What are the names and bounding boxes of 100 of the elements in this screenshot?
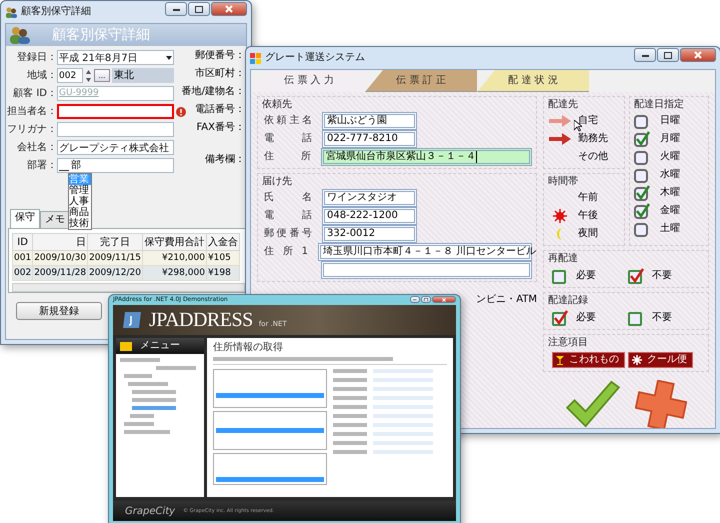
checkbox[interactable]	[634, 185, 650, 201]
dropdown-option[interactable]: 管理	[69, 185, 91, 196]
logo-icon	[121, 310, 143, 330]
page-heading: 住所情報の取得	[213, 342, 284, 354]
column-header: 入金合	[206, 234, 240, 250]
field-label: 顧客 ID：	[12, 88, 57, 100]
radio-option[interactable]: その他	[578, 151, 608, 163]
field-label: 住所	[264, 151, 312, 163]
input-field[interactable]: 022-777-8210	[322, 130, 417, 148]
dropdown-option[interactable]: 商品	[69, 207, 91, 218]
table-cell: 002	[12, 266, 33, 280]
snowflake-icon	[632, 355, 642, 365]
caution-button[interactable]: こわれもの	[552, 352, 625, 368]
close-button[interactable]	[432, 296, 456, 303]
field-label: 番地/建物名：	[182, 86, 245, 98]
area-name-label: 東北	[112, 68, 174, 83]
checkbox[interactable]	[634, 149, 650, 165]
input-field[interactable]	[57, 104, 174, 119]
area-code-field[interactable]: 002	[57, 68, 83, 83]
section-title: 注意項目	[548, 337, 589, 349]
section-title: 依頼先	[262, 99, 293, 111]
checkbox-label: 月曜	[660, 133, 680, 145]
minimize-button[interactable]	[410, 296, 420, 303]
checkbox-label: 火曜	[660, 151, 680, 163]
input-field[interactable]	[321, 261, 532, 279]
close-button[interactable]	[211, 2, 247, 16]
spinner-icon[interactable]	[85, 68, 92, 82]
product-logo: JPADDRESS	[149, 309, 253, 331]
input-field[interactable]: 048-222-1200	[322, 207, 417, 225]
field-label: 部署：	[26, 160, 57, 172]
maximize-button[interactable]	[421, 296, 431, 303]
radio-option[interactable]: 夜間	[578, 228, 598, 240]
minimize-button[interactable]	[634, 48, 656, 62]
checkbox[interactable]	[634, 131, 650, 147]
checkbox-label: 日曜	[660, 115, 680, 127]
close-icon	[694, 51, 702, 59]
date-dropdown[interactable]: 平成 21年8月7日	[57, 50, 174, 65]
folder-icon	[120, 342, 132, 350]
arrow-icon	[549, 115, 571, 127]
window-title: グレート運送システム	[265, 52, 366, 64]
dropdown-option[interactable]: 人事	[69, 196, 91, 207]
new-entry-button[interactable]: 新規登録	[16, 302, 102, 320]
field-label: 郵便番号	[264, 228, 312, 240]
tab[interactable]: 保守	[10, 209, 40, 228]
checkbox-label: 必要	[576, 312, 596, 324]
app-icon	[250, 52, 261, 64]
banner-title: 顧客別保守詳細	[52, 26, 150, 44]
checkbox[interactable]	[628, 268, 644, 284]
glass-icon	[556, 356, 564, 364]
dropdown-option[interactable]: 技術	[69, 218, 91, 229]
caution-button[interactable]: クール便	[628, 352, 693, 368]
field-label: 電話	[264, 210, 312, 222]
section-title: 配達日指定	[634, 99, 685, 111]
maximize-button[interactable]	[657, 48, 679, 62]
input-field[interactable]: ワインスタジオ	[322, 189, 417, 207]
table-cell: ¥105	[206, 250, 240, 266]
cancel-cross-button[interactable]	[635, 380, 687, 428]
checkbox[interactable]	[634, 221, 650, 237]
maximize-icon	[664, 52, 672, 58]
input-field[interactable]: グレープシティ株式会社	[57, 140, 174, 155]
radio-option[interactable]: 午前	[578, 192, 598, 204]
confirm-check-button[interactable]	[565, 380, 621, 428]
field-label: 住所1	[264, 246, 308, 258]
checkbox-label: 不要	[652, 270, 672, 282]
footer-logo: GrapeCity	[125, 506, 176, 516]
error-icon	[176, 106, 186, 116]
tab[interactable]: 伝 票 訂 正	[365, 70, 477, 92]
radio-option[interactable]: 午後	[578, 210, 598, 222]
field-label: 市区町村：	[195, 68, 245, 80]
menu-title: メニュー	[140, 340, 180, 352]
maximize-button[interactable]	[188, 2, 210, 16]
input-field[interactable]: 紫山ぶどう園	[322, 112, 417, 130]
table-cell: 2009/10/30	[32, 250, 88, 266]
checkbox[interactable]	[552, 310, 568, 326]
field-label: 担当者名：	[7, 106, 57, 118]
section-title: 届け先	[262, 176, 293, 188]
horizontal-scrollbar[interactable]	[12, 283, 245, 292]
maximize-icon	[195, 6, 203, 12]
input-field[interactable]: 宮城県仙台市泉区紫山３－１－４	[321, 148, 532, 166]
checkbox-label: 不要	[652, 312, 672, 324]
input-field[interactable]	[57, 122, 174, 137]
close-button[interactable]	[680, 48, 716, 62]
radio-option[interactable]: 勤務先	[578, 133, 608, 145]
close-icon	[442, 298, 446, 302]
tab[interactable]: 配 達 状 況	[477, 70, 589, 92]
checkbox-label: 木曜	[660, 187, 680, 199]
checkbox[interactable]	[628, 310, 644, 326]
checkbox-label: 水曜	[660, 169, 680, 181]
checkbox[interactable]	[552, 268, 568, 284]
input-field[interactable]: 332-0012	[322, 225, 417, 243]
tab[interactable]: メモ	[40, 211, 70, 228]
checkbox[interactable]	[634, 203, 650, 219]
arrow-icon	[549, 133, 571, 145]
checkbox-label: 土曜	[660, 223, 680, 235]
minimize-button[interactable]	[165, 2, 187, 16]
radio-option[interactable]: 自宅	[578, 115, 598, 127]
table-cell: ¥198	[206, 266, 240, 280]
checkbox[interactable]	[634, 167, 650, 183]
checkbox[interactable]	[634, 113, 650, 129]
browse-button[interactable]: ...	[94, 69, 110, 82]
